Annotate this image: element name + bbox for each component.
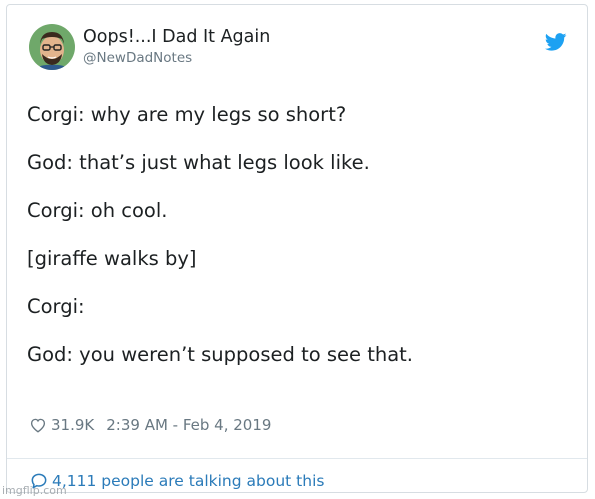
tweet-meta: 31.9K 2:39 AM - Feb 4, 2019 — [29, 415, 271, 435]
like-count[interactable]: 31.9K — [51, 415, 94, 435]
tweet-line — [27, 175, 567, 199]
tweet-line — [27, 271, 567, 295]
author-handle[interactable]: @NewDadNotes — [83, 49, 270, 67]
avatar-image — [29, 24, 75, 70]
tweet-line: God: that’s just what legs look like. — [27, 151, 370, 174]
tweet-line — [27, 223, 567, 247]
avatar[interactable] — [29, 24, 75, 70]
heart-icon[interactable] — [29, 416, 47, 434]
tweet-line — [27, 127, 567, 151]
tweet-line: Corgi: oh cool. — [27, 199, 168, 222]
tweet-author: Oops!...I Dad It Again @NewDadNotes — [83, 26, 270, 67]
tweet-line: [giraffe walks by] — [27, 247, 197, 270]
conversation-text: 4,111 people are talking about this — [52, 472, 325, 490]
tweet-text: Corgi: why are my legs so short? God: th… — [27, 103, 567, 367]
tweet-line: Corgi: why are my legs so short? — [27, 103, 347, 126]
tweet-timestamp[interactable]: 2:39 AM - Feb 4, 2019 — [106, 415, 271, 435]
tweet-card: Oops!...I Dad It Again @NewDadNotes Corg… — [6, 4, 588, 493]
watermark: imgflip.com — [2, 484, 67, 497]
conversation-link[interactable]: 4,111 people are talking about this — [29, 471, 324, 491]
tweet-line: God: you weren’t supposed to see that. — [27, 343, 414, 366]
tweet-line — [27, 319, 567, 343]
author-name[interactable]: Oops!...I Dad It Again — [83, 26, 270, 48]
divider — [7, 458, 587, 459]
tweet-line: Corgi: — [27, 295, 85, 318]
twitter-bird-icon[interactable] — [544, 33, 567, 51]
